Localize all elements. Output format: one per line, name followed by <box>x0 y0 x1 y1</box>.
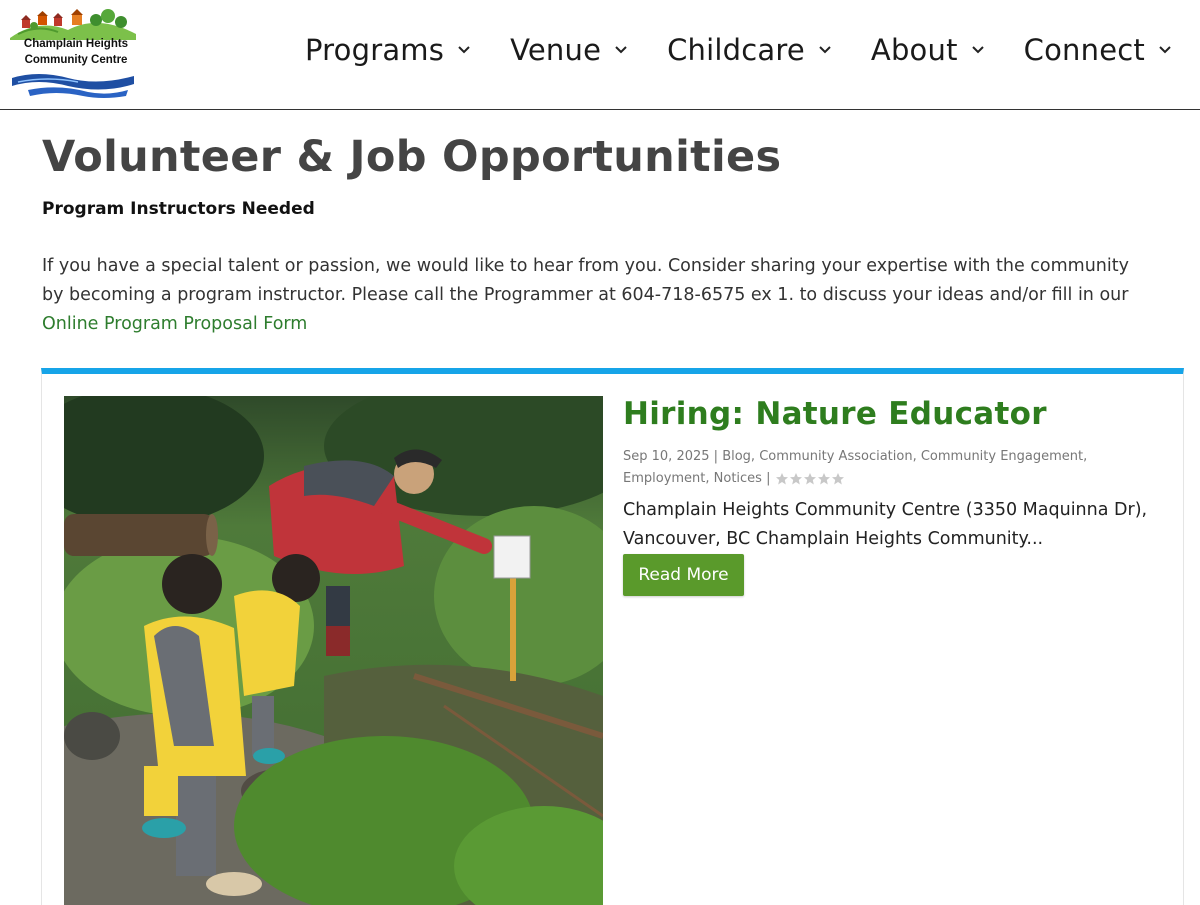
nature-photo-icon <box>64 396 603 905</box>
post-meta: Sep 10, 2025 | Blog, Community Associati… <box>623 446 1163 490</box>
logo-hills-icon <box>10 9 136 40</box>
logo-water-icon <box>12 74 134 98</box>
main-nav: Programs Venue Childcare About Connect <box>305 28 1173 72</box>
nav-label-about: About <box>870 33 958 67</box>
nav-label-venue: Venue <box>510 33 602 67</box>
post-date: Sep 10, 2025 <box>623 449 710 464</box>
nav-label-childcare: Childcare <box>667 33 805 67</box>
nav-item-childcare[interactable]: Childcare <box>667 33 833 67</box>
rating-stars-icon[interactable] <box>775 472 845 486</box>
site-header: Champlain Heights Community Centre Progr… <box>0 0 1200 110</box>
chevron-down-icon <box>1159 46 1171 54</box>
read-more-button[interactable]: Read More <box>623 554 744 596</box>
section-subheading: Program Instructors Needed <box>42 199 315 219</box>
intro-text: If you have a special talent or passion,… <box>42 256 1129 305</box>
post-excerpt: Champlain Heights Community Centre (3350… <box>623 500 1148 549</box>
logo-text-line2: Community Centre <box>24 54 128 66</box>
meta-separator: | <box>709 449 723 464</box>
nav-item-about[interactable]: About <box>871 33 986 67</box>
nav-item-programs[interactable]: Programs <box>305 33 472 67</box>
nav-label-connect: Connect <box>1023 33 1145 67</box>
meta-separator: | <box>761 471 775 486</box>
post-title[interactable]: Hiring: Nature Educator <box>623 396 1047 432</box>
nav-item-connect[interactable]: Connect <box>1024 33 1173 67</box>
chevron-down-icon <box>971 46 984 54</box>
post-image[interactable] <box>64 396 603 905</box>
logo-text-line1: Champlain Heights <box>23 38 129 50</box>
chevron-down-icon <box>458 46 470 54</box>
post-card: Hiring: Nature Educator Sep 10, 2025 | B… <box>41 368 1184 905</box>
chevron-down-icon <box>615 46 627 54</box>
nav-label-programs: Programs <box>305 33 445 67</box>
site-logo[interactable]: Champlain Heights Community Centre <box>8 4 138 100</box>
program-proposal-form-link[interactable]: Online Program Proposal Form <box>42 314 307 334</box>
nav-item-venue[interactable]: Venue <box>510 33 629 67</box>
page-title: Volunteer & Job Opportunities <box>42 132 782 182</box>
chevron-down-icon <box>819 46 831 54</box>
intro-paragraph: If you have a special talent or passion,… <box>42 252 1152 339</box>
